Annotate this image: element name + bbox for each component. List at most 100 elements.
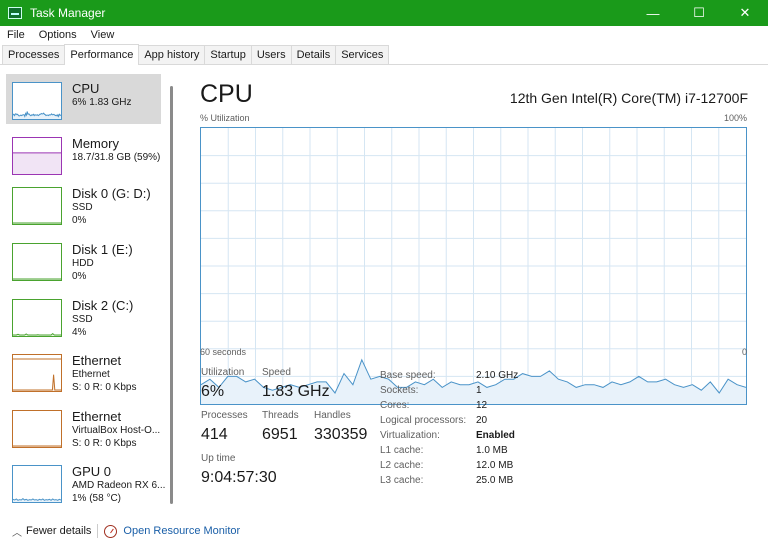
disk-2-thumbnail [12, 299, 62, 337]
resource-monitor-icon [104, 524, 118, 538]
menu-bar: File Options View [0, 26, 768, 44]
disk-0-thumbnail [12, 187, 62, 225]
tab-users[interactable]: Users [250, 45, 292, 64]
cpu-thumbnail-graph [13, 111, 61, 119]
sidebar-item-ethernet[interactable]: Ethernet Ethernet S: 0 R: 0 Kbps [6, 346, 161, 396]
disk-1-thumbnail-graph [13, 278, 61, 280]
spec-value: 1 [476, 385, 482, 396]
spec-row: L1 cache: 1.0 MB [380, 443, 518, 458]
sidebar-item-memory[interactable]: Memory 18.7/31.8 GB (59%) [6, 129, 161, 179]
menu-view[interactable]: View [84, 29, 122, 41]
spec-value: Enabled [476, 430, 515, 441]
tab-processes[interactable]: Processes [2, 45, 66, 64]
task-manager-icon [8, 7, 22, 19]
sidebar-item-type: SSD [72, 314, 93, 325]
spec-row: Cores: 12 [380, 398, 518, 413]
menu-file[interactable]: File [0, 29, 32, 41]
ethernet-thumbnail [12, 354, 62, 392]
sidebar-item-name: Ethernet [72, 353, 122, 368]
thumbnail-area [13, 152, 61, 174]
tab-startup[interactable]: Startup [204, 45, 252, 64]
tab-details[interactable]: Details [290, 45, 337, 64]
spec-key: Virtualization: [380, 430, 440, 441]
window-title: Task Manager [30, 6, 106, 20]
sidebar-item-ethernet-virtualbox[interactable]: Ethernet VirtualBox Host-O... S: 0 R: 0 … [6, 402, 161, 452]
minimize-button[interactable]: — [630, 0, 676, 26]
processes-value: 414 [201, 426, 228, 443]
memory-thumbnail [12, 137, 62, 175]
graph-y-label: % Utilization [200, 113, 250, 123]
disk-0-thumbnail-graph [13, 222, 61, 224]
handles-value: 330359 [314, 426, 368, 443]
sidebar-item-detail: 6% 1.83 GHz [72, 97, 132, 108]
graph-y-max-label: 100% [723, 113, 747, 123]
sidebar-item-detail: 0% [72, 215, 87, 226]
cpu-utilization-graph [200, 127, 747, 405]
spec-row: L3 cache: 25.0 MB [380, 473, 518, 488]
close-button[interactable]: ✕ [722, 0, 768, 26]
sidebar-item-cpu[interactable]: CPU 6% 1.83 GHz [6, 74, 161, 124]
tab-services[interactable]: Services [335, 45, 390, 64]
tab-app-history[interactable]: App history [138, 45, 206, 64]
cpu-thumbnail [12, 82, 62, 120]
disk-2-thumbnail-graph [13, 332, 61, 336]
fewer-details-button[interactable]: ︿ Fewer details [12, 524, 91, 539]
sidebar-item-gpu-0[interactable]: GPU 0 AMD Radeon RX 6... 1% (58 °C) [6, 457, 165, 507]
sidebar-item-name: Ethernet [72, 409, 122, 424]
sidebar-item-detail: 4% [72, 327, 87, 338]
thumbnail-line [13, 497, 61, 501]
gpu-thumbnail [12, 465, 62, 503]
sidebar-item-type: HDD [72, 258, 94, 269]
memory-thumbnail-graph [13, 152, 61, 174]
gpu-thumbnail-graph [13, 497, 61, 502]
spec-value: 1.0 MB [476, 445, 508, 456]
threads-value: 6951 [262, 426, 298, 443]
cpu-specs-table: Base speed: 2.10 GHz Sockets: 1 Cores: 12 L… [380, 368, 518, 488]
footer-separator [97, 524, 99, 538]
ethernet-thumbnail-graph [13, 358, 61, 391]
disk-1-thumbnail [12, 243, 62, 281]
title-bar: Task Manager — ☐ ✕ [0, 0, 768, 26]
spec-key: L3 cache: [380, 475, 424, 486]
processes-label: Processes [201, 410, 248, 421]
spec-row: Sockets: 1 [380, 383, 518, 398]
sidebar-item-name: CPU [72, 81, 100, 96]
sidebar-item-name: Disk 2 (C:) [72, 298, 134, 313]
spec-value: 12 [476, 400, 488, 411]
threads-label: Threads [262, 410, 299, 421]
utilization-value: 6% [201, 383, 225, 400]
sidebar-item-adapter: AMD Radeon RX 6... [72, 480, 166, 491]
menu-options[interactable]: Options [32, 29, 84, 41]
cpu-detail-panel: CPU 12th Gen Intel(R) Core(TM) i7-12700F… [180, 66, 768, 516]
spec-value: 20 [476, 415, 488, 426]
graph-x-left-label: 60 seconds [200, 347, 247, 357]
sidebar-item-adapter: Ethernet [72, 369, 110, 380]
sidebar-item-disk-1[interactable]: Disk 1 (E:) HDD 0% [6, 235, 161, 285]
window-controls: — ☐ ✕ [630, 0, 768, 26]
utilization-label: Utilization [201, 367, 245, 378]
chevron-up-icon: ︿ [12, 527, 22, 539]
thumbnail-line [13, 332, 61, 336]
sidebar-item-disk-0[interactable]: Disk 0 (G: D:) SSD 0% [6, 179, 161, 229]
sidebar-item-detail: 0% [72, 271, 87, 282]
fewer-details-label: Fewer details [26, 525, 92, 537]
sidebar-item-name: GPU 0 [72, 464, 112, 479]
speed-value: 1.83 GHz [262, 383, 330, 400]
spec-key: L1 cache: [380, 445, 424, 456]
sidebar-item-detail: 18.7/31.8 GB (59%) [72, 152, 161, 163]
sidebar-scrollbar[interactable] [170, 86, 173, 504]
maximize-button[interactable]: ☐ [676, 0, 722, 26]
open-resource-monitor-label: Open Resource Monitor [123, 525, 241, 537]
sidebar-item-name: Disk 1 (E:) [72, 242, 133, 257]
cpu-utilization-chart [201, 128, 746, 404]
sidebar-item-adapter: VirtualBox Host-O... [72, 425, 161, 436]
uptime-label: Up time [201, 453, 236, 464]
sidebar-item-disk-2[interactable]: Disk 2 (C:) SSD 4% [6, 291, 161, 341]
open-resource-monitor-link[interactable]: Open Resource Monitor [104, 524, 241, 538]
spec-value: 25.0 MB [476, 475, 514, 486]
tab-performance[interactable]: Performance [64, 44, 140, 65]
sidebar-item-type: SSD [72, 202, 93, 213]
spec-row: Logical processors: 20 [380, 413, 518, 428]
sidebar-item-name: Disk 0 (G: D:) [72, 186, 151, 201]
sidebar-item-detail: 1% (58 °C) [72, 493, 122, 504]
